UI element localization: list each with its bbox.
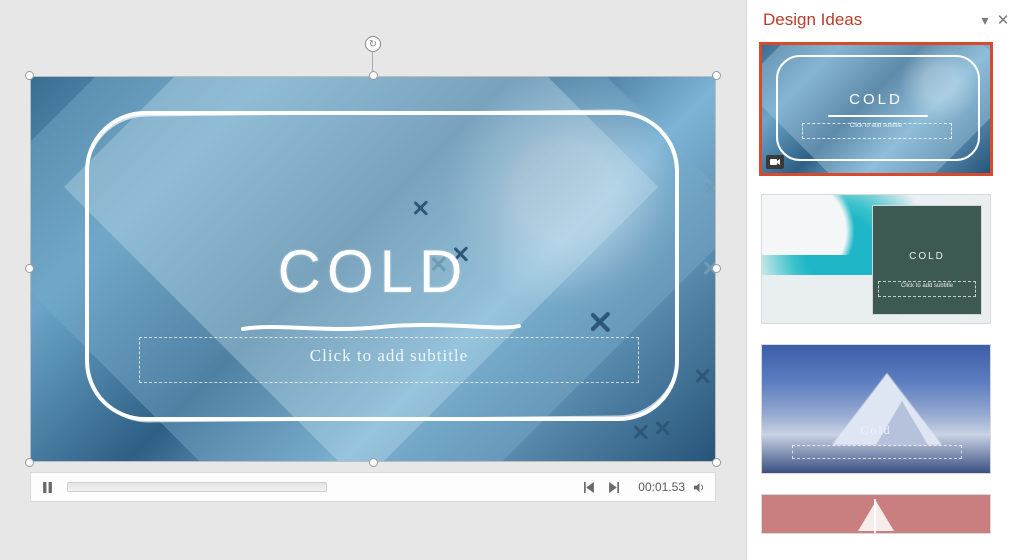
thumb-snow (762, 195, 872, 255)
timecode: 00:01.53 (627, 480, 685, 494)
resize-handle-nw[interactable] (25, 71, 34, 80)
animation-badge-icon (766, 155, 784, 169)
resize-handle-n[interactable] (369, 71, 378, 80)
panel-header: Design Ideas ▾ ✕ (747, 0, 1024, 38)
selection-handles (30, 76, 716, 462)
design-idea-1[interactable]: COLD Click to add subtitle (761, 44, 991, 174)
step-forward-button[interactable] (603, 477, 623, 497)
resize-handle-se[interactable] (712, 458, 721, 467)
design-idea-4[interactable] (761, 494, 991, 534)
panel-options-button[interactable]: ▾ (976, 12, 994, 29)
resize-handle-sw[interactable] (25, 458, 34, 467)
panel-title: Design Ideas (763, 10, 976, 30)
thumb-title: Cold (762, 423, 990, 438)
thumb-title: COLD (762, 91, 990, 108)
design-ideas-panel: Design Ideas ▾ ✕ COLD Click to add subti… (746, 0, 1024, 560)
resize-handle-ne[interactable] (712, 71, 721, 80)
resize-handle-e[interactable] (712, 264, 721, 273)
design-idea-3[interactable]: Cold (761, 344, 991, 474)
seek-track[interactable] (67, 482, 327, 492)
thumb-frame (776, 55, 980, 161)
panel-close-button[interactable]: ✕ (994, 11, 1012, 29)
pause-button[interactable] (37, 477, 57, 497)
design-idea-2[interactable]: COLD Click to add subtitle (761, 194, 991, 324)
design-ideas-list[interactable]: COLD Click to add subtitle COLD Click to… (747, 38, 1024, 560)
rotation-handle[interactable]: ↻ (365, 36, 381, 52)
resize-handle-w[interactable] (25, 264, 34, 273)
mast-line (874, 499, 876, 533)
sail-icon (858, 501, 894, 531)
slide-canvas: ↻ COLD Click to add subtitle (0, 0, 746, 560)
thumb-subtitle: Click to add subtitle (762, 123, 990, 129)
thumb-subtitle: Click to add subtitle (878, 283, 976, 289)
thumb-subtitle-box (792, 445, 962, 459)
resize-handle-s[interactable] (369, 458, 378, 467)
thumb-title: COLD (872, 251, 982, 262)
thumb-underline (828, 115, 928, 117)
media-control-bar: 00:01.53 (30, 472, 716, 502)
step-back-button[interactable] (579, 477, 599, 497)
volume-button[interactable] (689, 477, 709, 497)
